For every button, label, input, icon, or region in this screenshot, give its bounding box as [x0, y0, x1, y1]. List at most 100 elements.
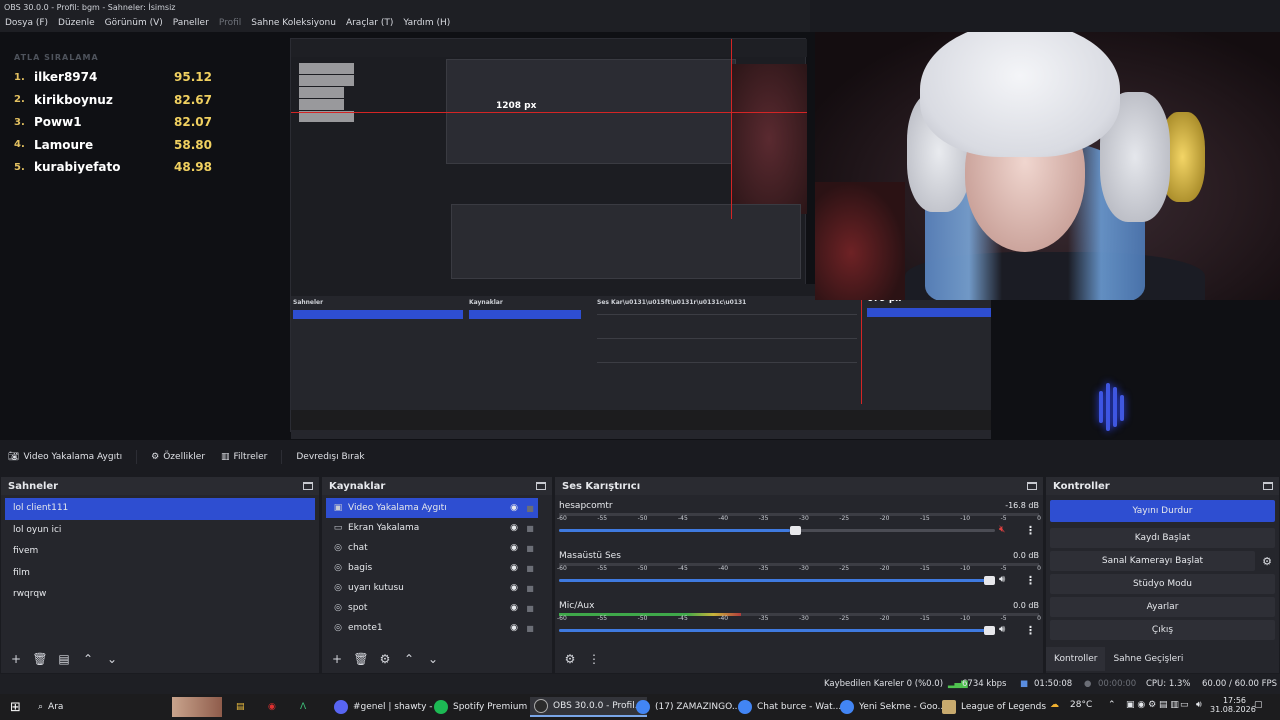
menu-edit[interactable]: Düzenle	[58, 16, 95, 32]
start-virtual-camera-button[interactable]: Sanal Kamerayı Başlat	[1050, 551, 1255, 571]
move-up-icon[interactable]: ⌃	[79, 650, 97, 668]
clock[interactable]: 17:56 31.08.2026	[1210, 696, 1256, 714]
lock-icon[interactable]: ■	[522, 504, 538, 513]
volume-slider[interactable]	[559, 626, 995, 635]
meter-tick: -60	[557, 515, 567, 522]
exit-button[interactable]: Çıkış	[1050, 620, 1275, 640]
speaker-muted-icon[interactable]: 🔇︎	[999, 524, 1005, 535]
move-down-icon[interactable]: ⌄	[103, 650, 121, 668]
taskbar-app[interactable]: Yeni Sekme - Goo...	[836, 697, 950, 717]
add-source-icon[interactable]: +	[328, 650, 346, 668]
undock-icon[interactable]	[303, 482, 313, 490]
undock-icon[interactable]	[1263, 482, 1273, 490]
undock-icon[interactable]	[1027, 482, 1037, 490]
source-row[interactable]: ◎ uyarı kutusu ◉ ■	[326, 578, 538, 598]
eye-icon[interactable]: ◉	[506, 583, 522, 593]
taskbar-search[interactable]: ⌕ Ara	[34, 697, 164, 717]
eye-icon[interactable]: ◉	[506, 543, 522, 553]
settings-button[interactable]: Ayarlar	[1050, 597, 1275, 617]
studio-mode-button[interactable]: Stüdyo Modu	[1050, 574, 1275, 594]
player-name: ilker8974	[34, 70, 98, 85]
speaker-icon[interactable]: 🔊︎	[999, 624, 1005, 635]
menu-scene-collection[interactable]: Sahne Koleksiyonu	[251, 16, 336, 32]
weather-icon[interactable]: ☁	[1050, 700, 1059, 710]
mixer-settings-icon[interactable]: ⚙	[561, 650, 579, 668]
kebab-menu-icon[interactable]: ⋮	[1025, 574, 1036, 587]
volume-slider[interactable]	[559, 526, 995, 535]
taskbar-app[interactable]: Chat burce - Wat...	[734, 697, 845, 717]
eye-icon[interactable]: ◉	[506, 523, 522, 533]
lock-icon[interactable]: ■	[522, 584, 538, 593]
start-recording-button[interactable]: Kaydı Başlat	[1050, 528, 1275, 548]
lock-icon[interactable]: ■	[522, 624, 538, 633]
menu-tools[interactable]: Araçlar (T)	[346, 16, 393, 32]
scene-item[interactable]: fivem	[5, 541, 315, 563]
volume-icon[interactable]: 🔊︎	[1196, 700, 1202, 710]
leaderboard-title: ATLA SIRALAMA	[14, 53, 99, 62]
eye-icon[interactable]: ◉	[506, 503, 522, 513]
menu-help[interactable]: Yardım (H)	[403, 16, 450, 32]
tray-chevron-icon[interactable]: ⌃	[1108, 700, 1116, 710]
screen-capture-source[interactable]: 1208 px Sahneler Kaynaklar Ses Kar\u0131…	[290, 38, 991, 439]
tray-icons[interactable]: ▣ ◉ ⚙ ▤ ▥	[1126, 700, 1179, 710]
file-explorer-icon[interactable]: ▤	[232, 697, 249, 717]
kebab-menu-icon[interactable]: ⋮	[1025, 524, 1036, 537]
lock-icon[interactable]: ■	[522, 564, 538, 573]
menu-docks[interactable]: Paneller	[173, 16, 209, 32]
remove-scene-icon[interactable]: 🗑︎	[31, 650, 49, 668]
undock-icon[interactable]	[536, 482, 546, 490]
deactivate-button[interactable]: Devredışı Bırak	[288, 448, 372, 466]
mixer-menu-icon[interactable]: ⋮	[585, 650, 603, 668]
scene-item[interactable]: lol client111	[5, 498, 315, 520]
source-row[interactable]: ◎ spot ◉ ■	[326, 598, 538, 618]
lock-icon[interactable]: ■	[522, 604, 538, 613]
search-highlight-image[interactable]	[172, 697, 222, 717]
source-row[interactable]: ◎ bagis ◉ ■	[326, 558, 538, 578]
network-icon[interactable]: ▭	[1180, 700, 1189, 710]
taskbar-app[interactable]: League of Legends	[938, 697, 1050, 717]
app-terminal-icon[interactable]: Λ	[296, 697, 310, 717]
taskbar-app-active[interactable]: OBS 30.0.0 - Profil...	[530, 697, 648, 717]
remove-source-icon[interactable]: 🗑︎	[352, 650, 370, 668]
eye-icon[interactable]: ◉	[506, 603, 522, 613]
volume-knob[interactable]	[984, 626, 995, 635]
app-red-icon[interactable]: ◉	[264, 697, 280, 717]
scene-item[interactable]: film	[5, 563, 315, 585]
menu-profile[interactable]: Profil	[219, 16, 241, 32]
windows-start-icon[interactable]: ⊞	[6, 697, 25, 717]
source-row[interactable]: ◎ chat ◉ ■	[326, 538, 538, 558]
taskbar-app[interactable]: (17) ZAMAZINGO...	[632, 697, 744, 717]
rank: 1.	[14, 71, 25, 83]
preview-canvas[interactable]: ATLA SIRALAMA 1. ilker8974 95.12 2. kirikbo…	[0, 32, 1280, 440]
lock-icon[interactable]: ■	[522, 544, 538, 553]
add-scene-icon[interactable]: +	[7, 650, 25, 668]
meter-tick: 0	[1037, 515, 1041, 522]
menu-view[interactable]: Görünüm (V)	[105, 16, 163, 32]
source-row[interactable]: ▭ Ekran Yakalama ◉ ■	[326, 518, 538, 538]
taskbar-app[interactable]: Spotify Premium	[430, 697, 531, 717]
source-row[interactable]: ▣ Video Yakalama Aygıtı ◉ ■	[326, 498, 538, 518]
kebab-menu-icon[interactable]: ⋮	[1025, 624, 1036, 637]
scene-item[interactable]: lol oyun ici	[5, 520, 315, 542]
lock-icon[interactable]: ■	[522, 524, 538, 533]
eye-icon[interactable]: ◉	[506, 623, 522, 633]
move-down-icon[interactable]: ⌄	[424, 650, 442, 668]
notification-icon[interactable]: ▢	[1254, 700, 1263, 710]
filters-button[interactable]: ▥ Filtreler	[213, 448, 275, 466]
source-row[interactable]: ◎ emote1 ◉ ■	[326, 618, 538, 638]
tab-controls[interactable]: Kontroller	[1046, 647, 1106, 671]
move-up-icon[interactable]: ⌃	[400, 650, 418, 668]
tab-scene-transitions[interactable]: Sahne Geçişleri	[1105, 647, 1191, 671]
speaker-icon[interactable]: 🔊︎	[999, 574, 1005, 585]
menu-file[interactable]: Dosya (F)	[5, 16, 48, 32]
gear-icon[interactable]: ⚙	[1259, 555, 1275, 568]
scene-item[interactable]: rwqrqw	[5, 584, 315, 606]
properties-button[interactable]: ⚙ Özellikler	[143, 448, 213, 466]
source-properties-icon[interactable]: ⚙	[376, 650, 394, 668]
stop-stream-button[interactable]: Yayını Durdur	[1050, 500, 1275, 522]
volume-slider[interactable]	[559, 576, 995, 585]
volume-knob[interactable]	[984, 576, 995, 585]
volume-knob[interactable]	[790, 526, 802, 535]
scene-filters-icon[interactable]: ▤	[55, 650, 73, 668]
eye-icon[interactable]: ◉	[506, 563, 522, 573]
